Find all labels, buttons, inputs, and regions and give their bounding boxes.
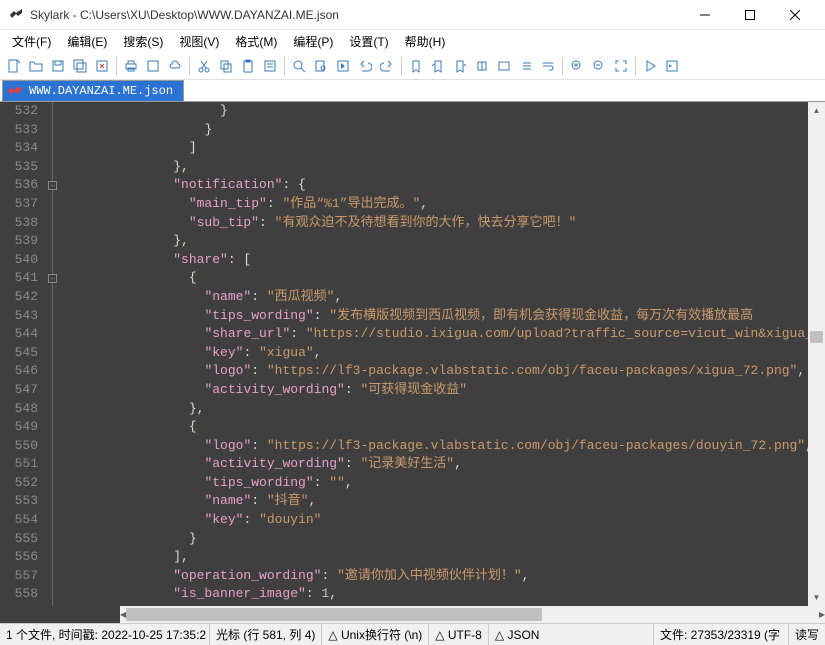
highlight-icon[interactable] — [472, 56, 492, 76]
scroll-up-icon[interactable]: ▲ — [808, 102, 825, 119]
bookmark-prev-icon[interactable] — [428, 56, 448, 76]
minimize-button[interactable] — [682, 0, 727, 29]
file-tab[interactable]: WWW.DAYANZAI.ME.json — [2, 80, 184, 101]
toolbar — [0, 52, 825, 80]
status-mode: 读写 — [789, 624, 825, 645]
cut-icon[interactable] — [194, 56, 214, 76]
find-next-icon[interactable] — [333, 56, 353, 76]
status-fileinfo: 文件: 27353/23319 (字 — [654, 624, 789, 645]
menu-edit[interactable]: 编辑(E) — [59, 31, 115, 52]
print-icon[interactable] — [121, 56, 141, 76]
status-eol: △ Unix换行符 (\n) — [322, 624, 429, 645]
menu-file[interactable]: 文件(F) — [4, 31, 59, 52]
editor: 5325335345355365375385395405415425435445… — [0, 102, 825, 606]
app-icon — [8, 7, 24, 23]
close-file-icon[interactable] — [92, 56, 112, 76]
titlebar: Skylark - C:\Users\XU\Desktop\WWW.DAYANZ… — [0, 0, 825, 30]
scroll-down-icon[interactable]: ▼ — [808, 589, 825, 606]
tab-file-icon — [7, 85, 23, 97]
bookmark-icon[interactable] — [406, 56, 426, 76]
zoom-out-icon[interactable] — [589, 56, 609, 76]
run-icon[interactable] — [640, 56, 660, 76]
find-icon[interactable] — [289, 56, 309, 76]
window-controls — [682, 0, 817, 29]
wrap-icon[interactable] — [538, 56, 558, 76]
fullscreen-icon[interactable] — [611, 56, 631, 76]
list-icon[interactable] — [516, 56, 536, 76]
scroll-right-icon[interactable]: ▶ — [819, 606, 825, 623]
statusbar: 1 个文件, 时间戳: 2022-10-25 17:35:2 光标 (行 581… — [0, 623, 825, 645]
cloud-icon[interactable] — [165, 56, 185, 76]
status-lang: △ JSON — [489, 624, 654, 645]
horizontal-scrollbar[interactable]: ◀ ▶ — [120, 606, 825, 623]
tab-label: WWW.DAYANZAI.ME.json — [29, 84, 173, 98]
status-encoding: △ UTF-8 — [429, 624, 489, 645]
menu-format[interactable]: 格式(M) — [227, 31, 285, 52]
paste-icon[interactable] — [238, 56, 258, 76]
maximize-button[interactable] — [727, 0, 772, 29]
hex-icon[interactable] — [494, 56, 514, 76]
window-title: Skylark - C:\Users\XU\Desktop\WWW.DAYANZ… — [30, 8, 682, 22]
find-in-files-icon[interactable] — [311, 56, 331, 76]
open-file-icon[interactable] — [26, 56, 46, 76]
status-files: 1 个文件, 时间戳: 2022-10-25 17:35:2 — [0, 624, 210, 645]
bookmark-next-icon[interactable] — [450, 56, 470, 76]
preview-icon[interactable] — [143, 56, 163, 76]
fold-column[interactable]: -- — [46, 102, 60, 606]
tabbar: WWW.DAYANZAI.ME.json — [0, 80, 825, 102]
undo-icon[interactable] — [355, 56, 375, 76]
line-gutter: 5325335345355365375385395405415425435445… — [0, 102, 46, 606]
clipboard-list-icon[interactable] — [260, 56, 280, 76]
code-area[interactable]: } } ] }, "notification": { "main_tip": "… — [60, 102, 808, 606]
menu-search[interactable]: 搜索(S) — [115, 31, 171, 52]
new-file-icon[interactable] — [4, 56, 24, 76]
horizontal-scroll-row: ◀ ▶ — [0, 606, 825, 623]
status-cursor: 光标 (行 581, 列 4) — [210, 624, 322, 645]
copy-icon[interactable] — [216, 56, 236, 76]
vertical-scrollbar[interactable]: ▲ ▼ — [808, 102, 825, 606]
close-button[interactable] — [772, 0, 817, 29]
redo-icon[interactable] — [377, 56, 397, 76]
zoom-in-icon[interactable] — [567, 56, 587, 76]
terminal-icon[interactable] — [662, 56, 682, 76]
menu-settings[interactable]: 设置(T) — [341, 31, 396, 52]
menu-program[interactable]: 编程(P) — [285, 31, 341, 52]
save-all-icon[interactable] — [70, 56, 90, 76]
menu-help[interactable]: 帮助(H) — [397, 31, 454, 52]
menu-view[interactable]: 视图(V) — [171, 31, 227, 52]
menubar: 文件(F) 编辑(E) 搜索(S) 视图(V) 格式(M) 编程(P) 设置(T… — [0, 30, 825, 52]
save-icon[interactable] — [48, 56, 68, 76]
